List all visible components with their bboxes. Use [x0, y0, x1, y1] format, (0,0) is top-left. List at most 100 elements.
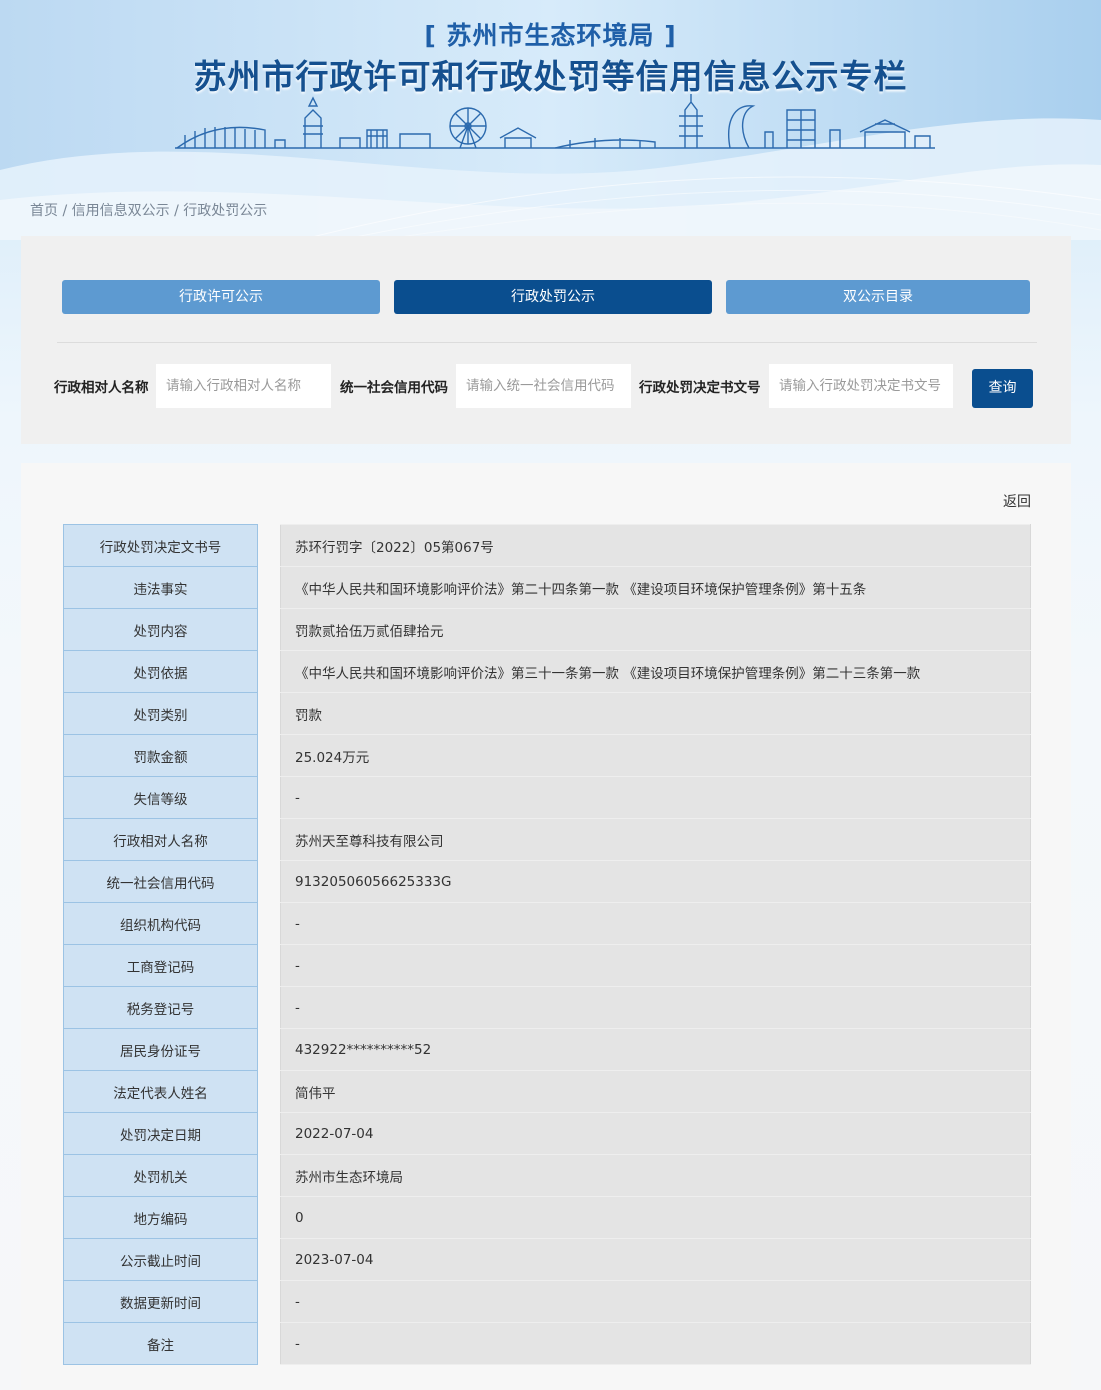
table-row: 数据更新时间 - [63, 1280, 1031, 1323]
column-gap [257, 692, 281, 735]
divider [57, 342, 1037, 343]
field-label: 公示截止时间 [63, 1238, 258, 1281]
field-value: - [280, 986, 1031, 1029]
column-gap [257, 650, 281, 693]
field-value: 苏州天至尊科技有限公司 [280, 818, 1031, 861]
decision-number-label: 行政处罚决定书文号 [639, 380, 761, 396]
field-value: 《中华人民共和国环境影响评价法》第三十一条第一款 《建设项目环境保护管理条例》第… [280, 650, 1031, 693]
field-value: - [280, 1280, 1031, 1323]
breadcrumb-credit-link[interactable]: 信用信息双公示 [72, 203, 170, 219]
field-label: 罚款金额 [63, 734, 258, 777]
field-value: 25.024万元 [280, 734, 1031, 777]
field-value: 苏州市生态环境局 [280, 1154, 1031, 1197]
table-row: 处罚决定日期 2022-07-04 [63, 1112, 1031, 1155]
field-value: - [280, 1322, 1031, 1365]
field-label: 处罚机关 [63, 1154, 258, 1197]
table-row: 组织机构代码 - [63, 902, 1031, 945]
decision-number-input[interactable] [769, 364, 953, 408]
field-label: 行政处罚决定文书号 [63, 524, 258, 567]
field-label: 处罚内容 [63, 608, 258, 651]
field-label: 统一社会信用代码 [63, 860, 258, 903]
column-gap [257, 1070, 281, 1113]
field-value: 罚款 [280, 692, 1031, 735]
field-label: 处罚决定日期 [63, 1112, 258, 1155]
table-row: 工商登记码 - [63, 944, 1031, 987]
table-row: 行政处罚决定文书号 苏环行罚字〔2022〕05第067号 [63, 524, 1031, 567]
tab-admin-license[interactable]: 行政许可公示 [62, 280, 380, 314]
search-panel: 行政许可公示 行政处罚公示 双公示目录 行政相对人名称 统一社会信用代码 行政处… [21, 236, 1071, 444]
counterparty-name-input[interactable] [156, 364, 331, 408]
breadcrumb-separator: / [58, 203, 72, 219]
credit-code-input[interactable] [456, 364, 631, 408]
table-row: 地方编码 0 [63, 1196, 1031, 1239]
column-gap [257, 1280, 281, 1323]
field-label: 居民身份证号 [63, 1028, 258, 1071]
field-label: 备注 [63, 1322, 258, 1365]
column-gap [257, 524, 281, 567]
field-value: 《中华人民共和国环境影响评价法》第二十四条第一款 《建设项目环境保护管理条例》第… [280, 566, 1031, 609]
field-label: 税务登记号 [63, 986, 258, 1029]
org-name: [ 苏州市生态环境局 ] [424, 21, 677, 50]
column-gap [257, 1154, 281, 1197]
column-gap [257, 944, 281, 987]
field-value: 432922**********52 [280, 1028, 1031, 1071]
counterparty-name-label: 行政相对人名称 [54, 380, 149, 396]
column-gap [257, 1028, 281, 1071]
column-gap [257, 608, 281, 651]
table-row: 罚款金额 25.024万元 [63, 734, 1031, 777]
column-gap [257, 566, 281, 609]
table-row: 行政相对人名称 苏州天至尊科技有限公司 [63, 818, 1031, 861]
field-label: 处罚类别 [63, 692, 258, 735]
field-label: 工商登记码 [63, 944, 258, 987]
field-label: 行政相对人名称 [63, 818, 258, 861]
field-value: - [280, 944, 1031, 987]
city-skyline-illustration [175, 94, 935, 149]
tab-admin-penalty[interactable]: 行政处罚公示 [394, 280, 712, 314]
field-value: - [280, 776, 1031, 819]
column-gap [257, 818, 281, 861]
table-row: 统一社会信用代码 91320506056625333G [63, 860, 1031, 903]
back-link[interactable]: 返回 [1003, 491, 1031, 511]
field-label: 处罚依据 [63, 650, 258, 693]
column-gap [257, 986, 281, 1029]
column-gap [257, 776, 281, 819]
field-value: 2023-07-04 [280, 1238, 1031, 1281]
field-value: 苏环行罚字〔2022〕05第067号 [280, 524, 1031, 567]
field-value: 91320506056625333G [280, 860, 1031, 903]
field-label: 数据更新时间 [63, 1280, 258, 1323]
table-row: 法定代表人姓名 简伟平 [63, 1070, 1031, 1113]
field-label: 失信等级 [63, 776, 258, 819]
column-gap [257, 902, 281, 945]
table-row: 公示截止时间 2023-07-04 [63, 1238, 1031, 1281]
detail-table: 行政处罚决定文书号 苏环行罚字〔2022〕05第067号 违法事实 《中华人民共和国环… [63, 524, 1031, 1365]
column-gap [257, 1322, 281, 1365]
tab-dual-catalog[interactable]: 双公示目录 [726, 280, 1030, 314]
field-value: 2022-07-04 [280, 1112, 1031, 1155]
table-row: 处罚机关 苏州市生态环境局 [63, 1154, 1031, 1197]
field-value: 0 [280, 1196, 1031, 1239]
field-label: 违法事实 [63, 566, 258, 609]
field-value: 简伟平 [280, 1070, 1031, 1113]
column-gap [257, 1238, 281, 1281]
field-label: 组织机构代码 [63, 902, 258, 945]
table-row: 失信等级 - [63, 776, 1031, 819]
detail-panel: 返回 行政处罚决定文书号 苏环行罚字〔2022〕05第067号 违法事实 《中华人民共… [21, 463, 1071, 1390]
breadcrumb-separator: / [169, 203, 184, 219]
field-label: 地方编码 [63, 1196, 258, 1239]
breadcrumb-current: 行政处罚公示 [183, 203, 268, 219]
table-row: 居民身份证号 432922**********52 [63, 1028, 1031, 1071]
credit-code-label: 统一社会信用代码 [340, 380, 448, 396]
field-value: - [280, 902, 1031, 945]
table-row: 备注 - [63, 1322, 1031, 1365]
column-gap [257, 1112, 281, 1155]
column-gap [257, 1196, 281, 1239]
query-button[interactable]: 查询 [972, 369, 1033, 408]
column-gap [257, 860, 281, 903]
field-value: 罚款贰拾伍万贰佰肆拾元 [280, 608, 1031, 651]
table-row: 处罚类别 罚款 [63, 692, 1031, 735]
table-row: 税务登记号 - [63, 986, 1031, 1029]
column-gap [257, 734, 281, 777]
breadcrumb-home-link[interactable]: 首页 [30, 203, 58, 219]
table-row: 处罚内容 罚款贰拾伍万贰佰肆拾元 [63, 608, 1031, 651]
table-row: 违法事实 《中华人民共和国环境影响评价法》第二十四条第一款 《建设项目环境保护管理… [63, 566, 1031, 609]
